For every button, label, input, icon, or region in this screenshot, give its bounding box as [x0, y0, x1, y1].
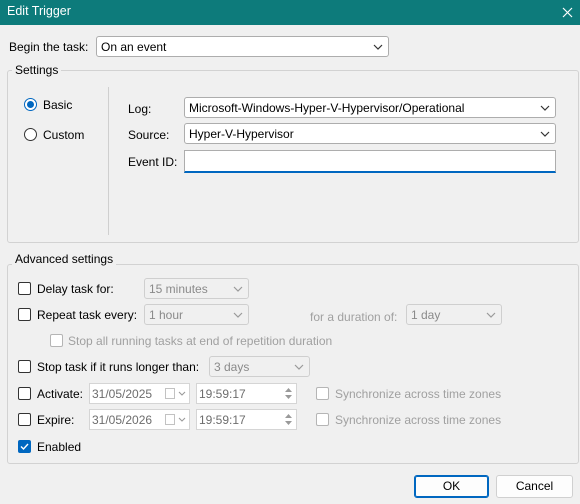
- activate-date-picker[interactable]: 31/05/2025: [89, 383, 190, 404]
- close-icon: [562, 7, 572, 18]
- repeat-select[interactable]: 1 hour: [144, 304, 249, 325]
- activate-time-spinner[interactable]: 19:59:17: [196, 383, 297, 404]
- begin-task-select[interactable]: On an event: [96, 36, 389, 57]
- duration-select[interactable]: 1 day: [406, 304, 502, 325]
- radio-custom[interactable]: [24, 128, 37, 141]
- stop-longer-value: 3 days: [214, 360, 250, 374]
- repeat-label: Repeat task every:: [37, 308, 138, 322]
- checkmark-icon: [20, 443, 29, 451]
- activate-sync-label: Synchronize across time zones: [335, 387, 502, 401]
- chevron-down-icon: [233, 312, 243, 318]
- close-button[interactable]: [554, 0, 580, 25]
- enabled-label: Enabled: [37, 440, 82, 454]
- ok-button[interactable]: OK: [414, 475, 489, 498]
- calendar-icon: [165, 388, 175, 399]
- expire-date-value: 31/05/2026: [92, 413, 153, 427]
- activate-sync-checkbox[interactable]: [316, 387, 329, 400]
- cancel-button[interactable]: Cancel: [496, 475, 573, 498]
- chevron-down-icon: [294, 364, 304, 370]
- stop-longer-select[interactable]: 3 days: [209, 356, 310, 377]
- delay-value: 15 minutes: [149, 282, 208, 296]
- chevron-down-icon: [486, 312, 496, 318]
- repeat-checkbox[interactable]: [18, 308, 31, 321]
- settings-divider: [108, 87, 109, 235]
- spin-arrows-icon: [285, 414, 292, 425]
- begin-task-label: Begin the task:: [9, 40, 89, 54]
- spin-arrows-icon: [285, 388, 292, 399]
- chevron-down-icon: [540, 131, 550, 137]
- window-title: Edit Trigger: [7, 4, 71, 18]
- chevron-down-icon: [178, 417, 186, 422]
- stop-longer-checkbox[interactable]: [18, 360, 31, 373]
- delay-select[interactable]: 15 minutes: [144, 278, 249, 299]
- delay-label: Delay task for:: [37, 282, 114, 296]
- eventid-input[interactable]: [184, 150, 556, 173]
- delay-checkbox[interactable]: [18, 282, 31, 295]
- stop-running-checkbox[interactable]: [50, 334, 63, 347]
- chevron-down-icon: [233, 286, 243, 292]
- expire-time-value: 19:59:17: [199, 413, 246, 427]
- expire-sync-label: Synchronize across time zones: [335, 413, 502, 427]
- activate-date-value: 31/05/2025: [92, 387, 153, 401]
- repeat-value: 1 hour: [149, 308, 184, 322]
- duration-value: 1 day: [411, 308, 441, 322]
- stop-running-label: Stop all running tasks at end of repetit…: [68, 334, 333, 348]
- radio-basic[interactable]: [24, 98, 37, 111]
- expire-sync-checkbox[interactable]: [316, 413, 329, 426]
- radio-basic-label: Basic: [43, 98, 73, 112]
- radio-custom-label: Custom: [43, 128, 85, 142]
- activate-checkbox[interactable]: [18, 387, 31, 400]
- log-select[interactable]: Microsoft-Windows-Hyper-V-Hypervisor/Ope…: [184, 97, 556, 118]
- expire-date-picker[interactable]: 31/05/2026: [89, 409, 190, 430]
- eventid-label: Event ID:: [128, 155, 178, 169]
- activate-label: Activate:: [37, 387, 84, 401]
- expire-label: Expire:: [37, 413, 75, 427]
- enabled-checkbox[interactable]: [18, 440, 31, 453]
- chevron-down-icon: [540, 105, 550, 111]
- expire-checkbox[interactable]: [18, 413, 31, 426]
- log-label: Log:: [128, 102, 152, 116]
- settings-title: Settings: [12, 63, 62, 77]
- source-value: Hyper-V-Hypervisor: [189, 127, 294, 141]
- calendar-icon: [165, 414, 175, 425]
- chevron-down-icon: [373, 44, 383, 50]
- source-select[interactable]: Hyper-V-Hypervisor: [184, 123, 556, 144]
- source-label: Source:: [128, 128, 170, 142]
- title-bar: Edit Trigger: [0, 0, 580, 25]
- begin-task-value: On an event: [101, 40, 167, 54]
- duration-label: for a duration of:: [310, 310, 398, 324]
- expire-time-spinner[interactable]: 19:59:17: [196, 409, 297, 430]
- chevron-down-icon: [178, 391, 186, 396]
- advanced-title: Advanced settings: [12, 252, 117, 266]
- log-value: Microsoft-Windows-Hyper-V-Hypervisor/Ope…: [189, 101, 465, 115]
- activate-time-value: 19:59:17: [199, 387, 246, 401]
- stop-longer-label: Stop task if it runs longer than:: [37, 360, 200, 374]
